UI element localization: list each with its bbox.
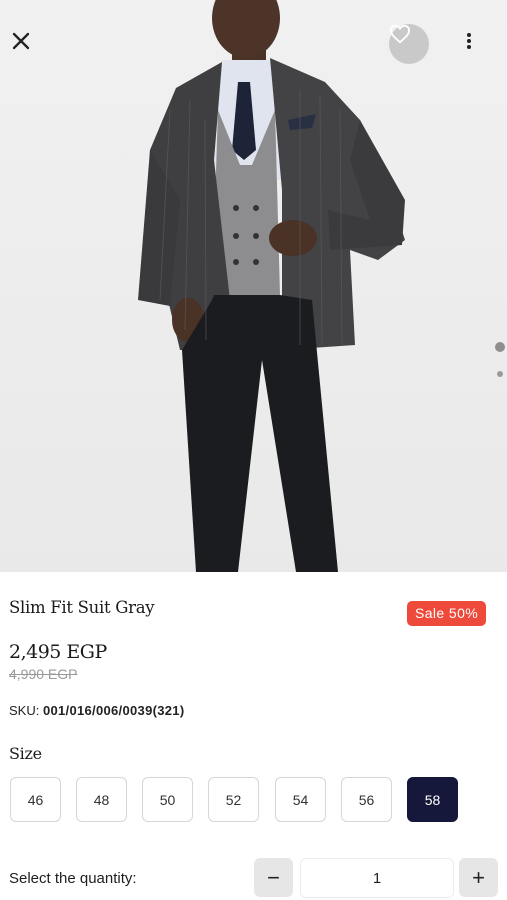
sku-value: 001/016/006/0039(321)	[42, 703, 185, 718]
gallery-dot-active[interactable]	[495, 342, 505, 352]
size-selector: 46 48 50 52 54 56 58	[0, 777, 507, 823]
minus-icon: −	[267, 864, 280, 890]
gallery-dot[interactable]	[497, 371, 503, 377]
quantity-decrease-button[interactable]: −	[254, 858, 293, 897]
size-option-48[interactable]: 48	[76, 777, 127, 822]
heart-icon	[389, 24, 411, 44]
size-option-54[interactable]: 54	[275, 777, 326, 822]
sku-label: SKU:	[9, 703, 40, 718]
original-price: 4,990 EGP	[9, 666, 78, 682]
more-options-button[interactable]	[466, 32, 490, 56]
favorite-button[interactable]	[389, 24, 429, 64]
suit-model-illustration	[138, 0, 405, 572]
size-option-52[interactable]: 52	[208, 777, 259, 822]
product-image[interactable]	[0, 0, 507, 572]
sku-line: SKU: 001/016/006/0039(321)	[9, 703, 184, 718]
more-vertical-icon	[467, 33, 471, 49]
size-option-46[interactable]: 46	[10, 777, 61, 822]
plus-icon: +	[472, 864, 485, 890]
size-option-56[interactable]: 56	[341, 777, 392, 822]
size-heading: Size	[9, 744, 42, 763]
gallery-pagination	[494, 340, 506, 384]
quantity-input[interactable]	[300, 858, 454, 898]
quantity-label: Select the quantity:	[9, 870, 137, 887]
close-icon	[12, 32, 30, 50]
current-price: 2,495 EGP	[9, 641, 107, 663]
size-option-58[interactable]: 58	[407, 777, 458, 822]
sale-badge: Sale 50%	[407, 601, 487, 626]
size-option-50[interactable]: 50	[142, 777, 193, 822]
quantity-increase-button[interactable]: +	[459, 858, 498, 897]
close-button[interactable]	[10, 30, 40, 60]
product-title: Slim Fit Suit Gray	[9, 598, 155, 617]
